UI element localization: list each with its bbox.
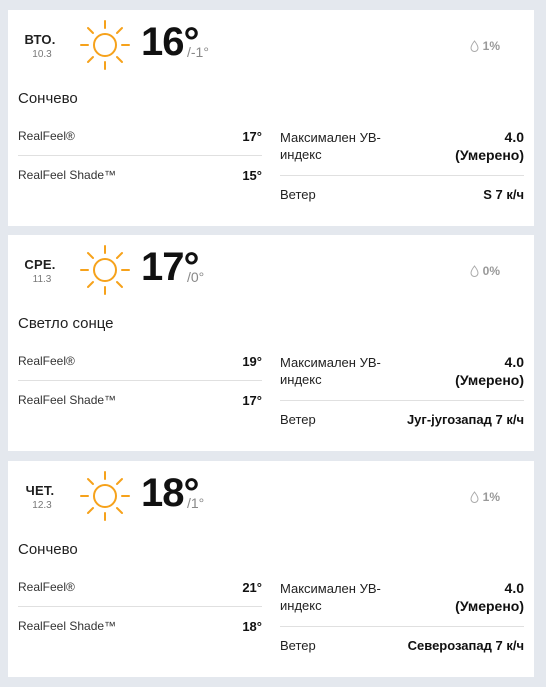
realfeel-shade-label: RealFeel Shade™	[18, 168, 117, 182]
wind-value: Југ-југозапад 7 к/ч	[406, 412, 524, 427]
realfeel-value: 17°	[242, 128, 262, 144]
weather-phrase: Сончево	[18, 90, 78, 107]
realfeel-shade-row: RealFeel Shade™ 17°	[18, 388, 262, 412]
divider	[280, 400, 524, 401]
wind-value: Северозапад 7 к/ч	[407, 638, 524, 653]
divider	[18, 606, 262, 607]
daily-forecast-card[interactable]: ЧЕТ. 12.3 18° /1° 1% Сончево RealFeel® 2…	[8, 461, 534, 677]
realfeel-row: RealFeel® 19°	[18, 349, 262, 373]
realfeel-label: RealFeel®	[18, 129, 75, 143]
realfeel-value: 21°	[242, 579, 262, 595]
precipitation-value: 0%	[482, 264, 500, 278]
uv-index-label: Максимален УВ-индекс	[280, 581, 381, 613]
realfeel-shade-row: RealFeel Shade™ 15°	[18, 163, 262, 187]
realfeel-value: 19°	[242, 353, 262, 369]
day-date: 11.3	[32, 274, 52, 285]
day-date: 10.3	[32, 49, 52, 60]
day-name: ЧЕТ.	[25, 483, 55, 498]
uv-index-value: 4.0	[504, 580, 524, 596]
realfeel-shade-value: 15°	[242, 167, 262, 183]
realfeel-row: RealFeel® 17°	[18, 124, 262, 148]
realfeel-shade-value: 17°	[242, 392, 262, 408]
divider	[18, 155, 262, 156]
divider	[280, 175, 524, 176]
divider	[18, 380, 262, 381]
precipitation: 1%	[470, 39, 500, 53]
realfeel-row: RealFeel® 21°	[18, 575, 262, 599]
day-name: ВТО.	[24, 32, 56, 47]
uv-index-value: 4.0	[504, 354, 524, 370]
wind-label: Ветер	[280, 187, 316, 202]
low-temperature: /0°	[187, 269, 205, 285]
sun-icon	[80, 245, 130, 295]
daily-forecast-card[interactable]: СРЕ. 11.3 17° /0° 0% Светло сонце RealFe…	[8, 235, 534, 451]
low-temperature: /-1°	[187, 44, 209, 60]
realfeel-shade-label: RealFeel Shade™	[18, 619, 117, 633]
uv-index-description: (Умерено)	[455, 598, 524, 614]
weather-phrase: Светло сонце	[18, 315, 114, 332]
day-date: 12.3	[32, 500, 52, 511]
daily-forecast-card[interactable]: ВТО. 10.3 16° /-1° 1% Сончево RealFeel® …	[8, 10, 534, 226]
wind-value: S 7 к/ч	[483, 187, 524, 202]
drop-icon	[470, 265, 479, 277]
realfeel-label: RealFeel®	[18, 354, 75, 368]
precipitation-value: 1%	[482, 490, 500, 504]
low-temperature: /1°	[187, 495, 205, 511]
weather-phrase: Сончево	[18, 541, 78, 558]
sun-icon	[80, 471, 130, 521]
uv-index-value: 4.0	[504, 129, 524, 145]
uv-index-label: Максимален УВ-индекс	[280, 130, 381, 162]
realfeel-label: RealFeel®	[18, 580, 75, 594]
realfeel-shade-row: RealFeel Shade™ 18°	[18, 614, 262, 638]
precipitation: 0%	[470, 264, 500, 278]
drop-icon	[470, 491, 479, 503]
uv-index-description: (Умерено)	[455, 372, 524, 388]
drop-icon	[470, 40, 479, 52]
realfeel-shade-value: 18°	[242, 618, 262, 634]
wind-label: Ветер	[280, 412, 316, 427]
precipitation: 1%	[470, 490, 500, 504]
divider	[280, 626, 524, 627]
sun-icon	[80, 20, 130, 70]
wind-label: Ветер	[280, 638, 316, 653]
uv-index-label: Максимален УВ-индекс	[280, 355, 381, 387]
precipitation-value: 1%	[482, 39, 500, 53]
day-name: СРЕ.	[24, 257, 56, 272]
realfeel-shade-label: RealFeel Shade™	[18, 393, 117, 407]
uv-index-description: (Умерено)	[455, 147, 524, 163]
